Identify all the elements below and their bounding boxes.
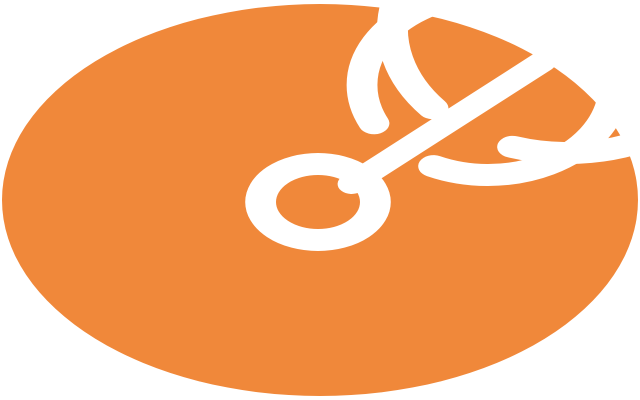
- target-radar-icon: [2, 0, 640, 396]
- logo-canvas: [0, 0, 640, 400]
